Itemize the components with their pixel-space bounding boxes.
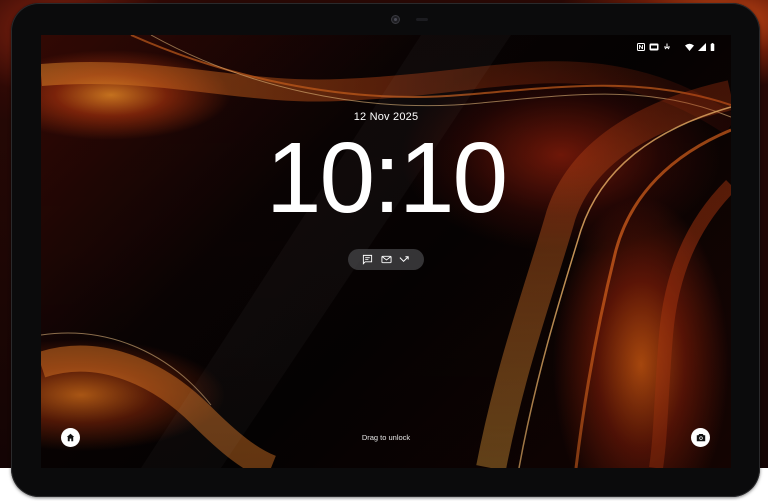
camera-shortcut-button[interactable] <box>691 428 710 447</box>
mail-icon <box>380 255 392 264</box>
wifi-icon <box>685 43 694 51</box>
proximity-sensor <box>416 18 428 21</box>
nfc-icon <box>637 43 645 51</box>
front-camera <box>391 15 400 24</box>
signal-icon <box>698 43 706 51</box>
status-bar <box>637 42 715 52</box>
lock-screen-clock: 10:10 <box>265 122 508 234</box>
missed-call-icon <box>399 256 409 263</box>
unlock-hint: Drag to unlock <box>361 433 411 442</box>
battery-icon <box>710 43 715 51</box>
lock-screen[interactable]: 12 Nov 2025 10:10 Drag to unlock <box>41 35 731 468</box>
notification-icons-chip[interactable] <box>348 249 424 270</box>
page: 12 Nov 2025 10:10 Drag to unlock <box>0 0 768 501</box>
dnd-icon <box>664 43 670 50</box>
data-saver-icon <box>649 43 659 51</box>
message-icon <box>362 254 372 265</box>
camera-icon <box>696 434 705 442</box>
